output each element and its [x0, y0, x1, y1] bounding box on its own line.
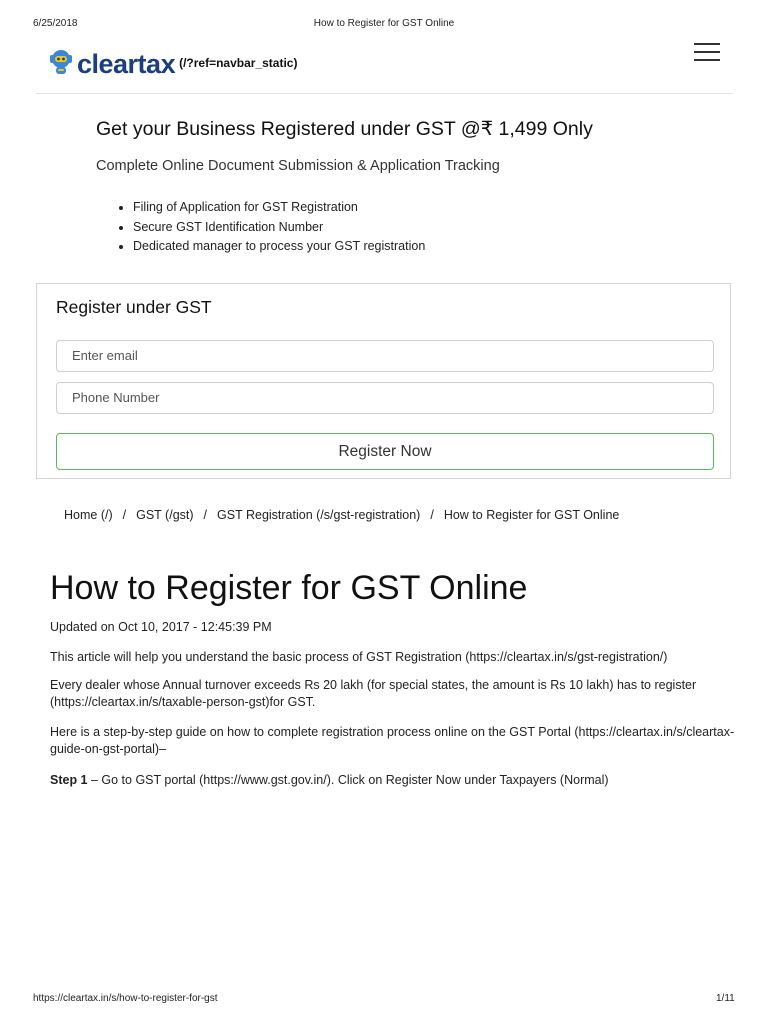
- breadcrumb-gst[interactable]: GST (/gst): [136, 508, 193, 522]
- article-paragraph: This article will help you understand th…: [50, 650, 668, 664]
- logo-link-url: (/?ref=navbar_static): [179, 55, 298, 70]
- mascot-icon: [48, 48, 74, 81]
- print-title: How to Register for GST Online: [313, 18, 455, 29]
- breadcrumb-current: How to Register for GST Online: [443, 508, 620, 522]
- article-updated: Updated on Oct 10, 2017 - 12:45:39 PM: [50, 620, 272, 634]
- breadcrumb-separator: /: [122, 508, 127, 522]
- promo-bullet: Filing of Application for GST Registrati…: [133, 198, 425, 218]
- register-now-button[interactable]: Register Now: [56, 433, 714, 470]
- promo-bullet: Secure GST Identification Number: [133, 218, 425, 238]
- breadcrumb-home[interactable]: Home (/): [64, 508, 113, 522]
- navbar-divider: [36, 93, 733, 94]
- menu-icon[interactable]: [694, 43, 720, 63]
- breadcrumb-separator: /: [430, 508, 434, 522]
- article-paragraph: Every dealer whose Annual turnover excee…: [50, 678, 697, 709]
- promo-title: Get your Business Registered under GST @…: [96, 118, 593, 140]
- promo-bullet: Dedicated manager to process your GST re…: [133, 237, 425, 257]
- promo-bullet-list: Filing of Application for GST Registrati…: [96, 198, 425, 257]
- article-paragraph: Here is a step-by-step guide on how to c…: [50, 725, 735, 756]
- breadcrumb-gst-registration[interactable]: GST Registration (/s/gst-registration): [217, 508, 420, 522]
- promo-subtitle: Complete Online Document Submission & Ap…: [96, 158, 500, 174]
- phone-field[interactable]: Phone Number: [56, 382, 714, 414]
- step-1-text: – Go to GST portal (https://www.gst.gov.…: [87, 773, 609, 787]
- breadcrumb-separator: /: [203, 508, 208, 522]
- email-field[interactable]: Enter email: [56, 340, 714, 372]
- print-footer-url: https://cleartax.in/s/how-to-register-fo…: [33, 993, 218, 1004]
- print-page-number: 1/11: [716, 993, 735, 1004]
- step-1-label: Step 1: [50, 773, 88, 787]
- form-title: Register under GST: [56, 297, 212, 317]
- article-title: How to Register for GST Online: [50, 569, 528, 607]
- logo[interactable]: cleartax (/?ref=navbar_static): [48, 48, 297, 81]
- register-form: Register under GST Enter email Phone Num…: [36, 283, 731, 479]
- logo-text: cleartax: [77, 49, 176, 79]
- breadcrumb: Home (/) / GST (/gst) / GST Registration (/s…: [64, 508, 619, 522]
- step-1-paragraph: Step 1 – Go to GST portal (https://www.g…: [50, 772, 740, 789]
